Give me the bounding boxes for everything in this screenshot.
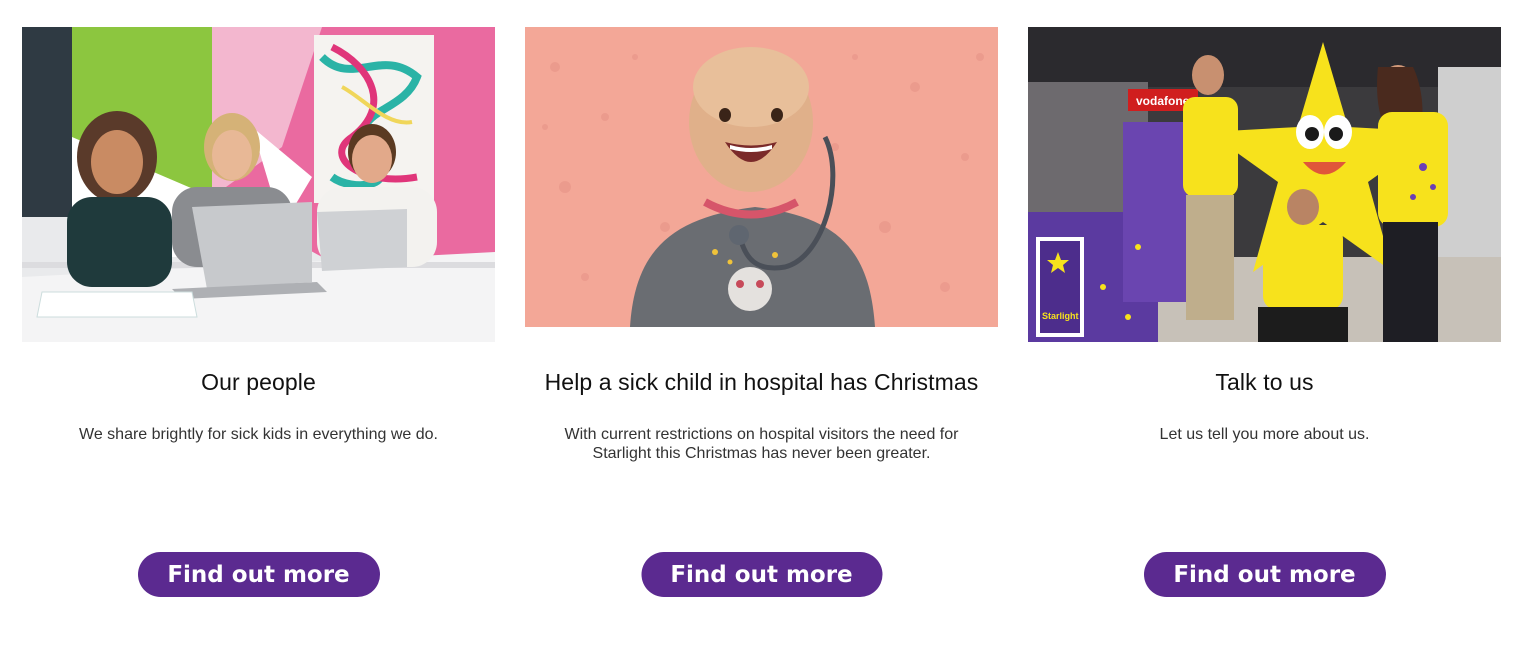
- find-out-more-button[interactable]: Find out more: [641, 552, 882, 597]
- card-our-people: Our people We share brightly for sick ki…: [22, 27, 495, 597]
- find-out-more-button[interactable]: Find out more: [1143, 552, 1386, 597]
- card-title: Help a sick child in hospital has Christ…: [544, 369, 979, 395]
- card-title: Talk to us: [1215, 369, 1314, 395]
- card-description: Let us tell you more about us.: [1159, 426, 1370, 443]
- starlight-logo-text: Starlight: [1042, 311, 1079, 321]
- find-out-more-button[interactable]: Find out more: [137, 552, 380, 597]
- vodafone-sign-text: vodafone: [1136, 94, 1190, 108]
- card-christmas-appeal: Help a sick child in hospital has Christ…: [525, 27, 998, 597]
- card-description: With current restrictions on hospital vi…: [564, 426, 959, 462]
- card-title: Our people: [201, 369, 316, 395]
- card-description: We share brightly for sick kids in every…: [79, 426, 438, 443]
- christmas-child-photo[interactable]: [525, 27, 998, 327]
- card-talk-to-us: vodafone Starlight Talk to us Let us tel…: [1028, 27, 1501, 597]
- our-people-photo[interactable]: [22, 27, 495, 342]
- talk-to-us-photo[interactable]: vodafone Starlight: [1028, 27, 1501, 342]
